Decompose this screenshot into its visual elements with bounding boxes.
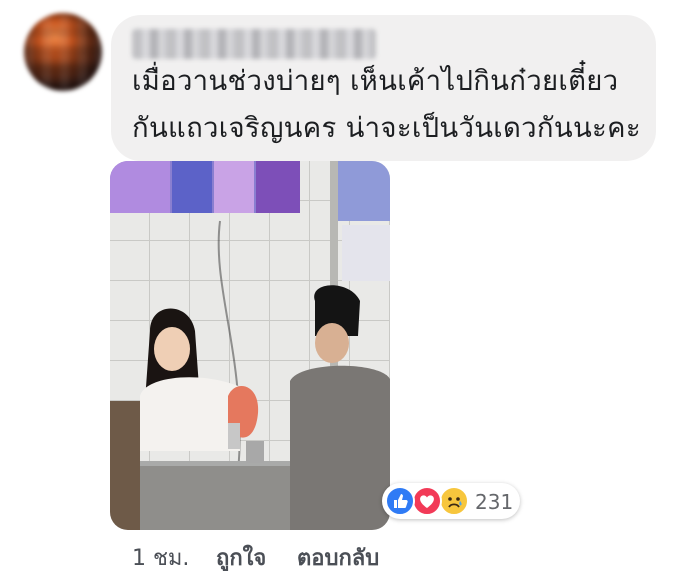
avatar[interactable] <box>24 13 102 91</box>
comment-timestamp[interactable]: 1 ชม. <box>132 540 189 575</box>
comment-text-line-2: กันแถวเจริญนคร น่าจะเป็นวันเดวกันนะคะ <box>132 112 641 144</box>
reaction-count: 231 <box>475 490 514 514</box>
comment-author-name[interactable] <box>132 29 376 59</box>
love-reaction-icon <box>412 486 442 516</box>
comment-photo[interactable] <box>110 161 390 530</box>
like-reaction-icon <box>385 486 415 516</box>
sad-reaction-icon <box>439 486 469 516</box>
like-link[interactable]: ถูกใจ <box>216 540 266 575</box>
reactions-summary[interactable]: 231 <box>382 483 520 519</box>
comment-text-line-1: เมื่อวานช่วงบ่ายๆ เห็นเค้าไปกินก๋วยเตี๋ย… <box>132 65 619 97</box>
reply-link[interactable]: ตอบกลับ <box>297 540 379 575</box>
